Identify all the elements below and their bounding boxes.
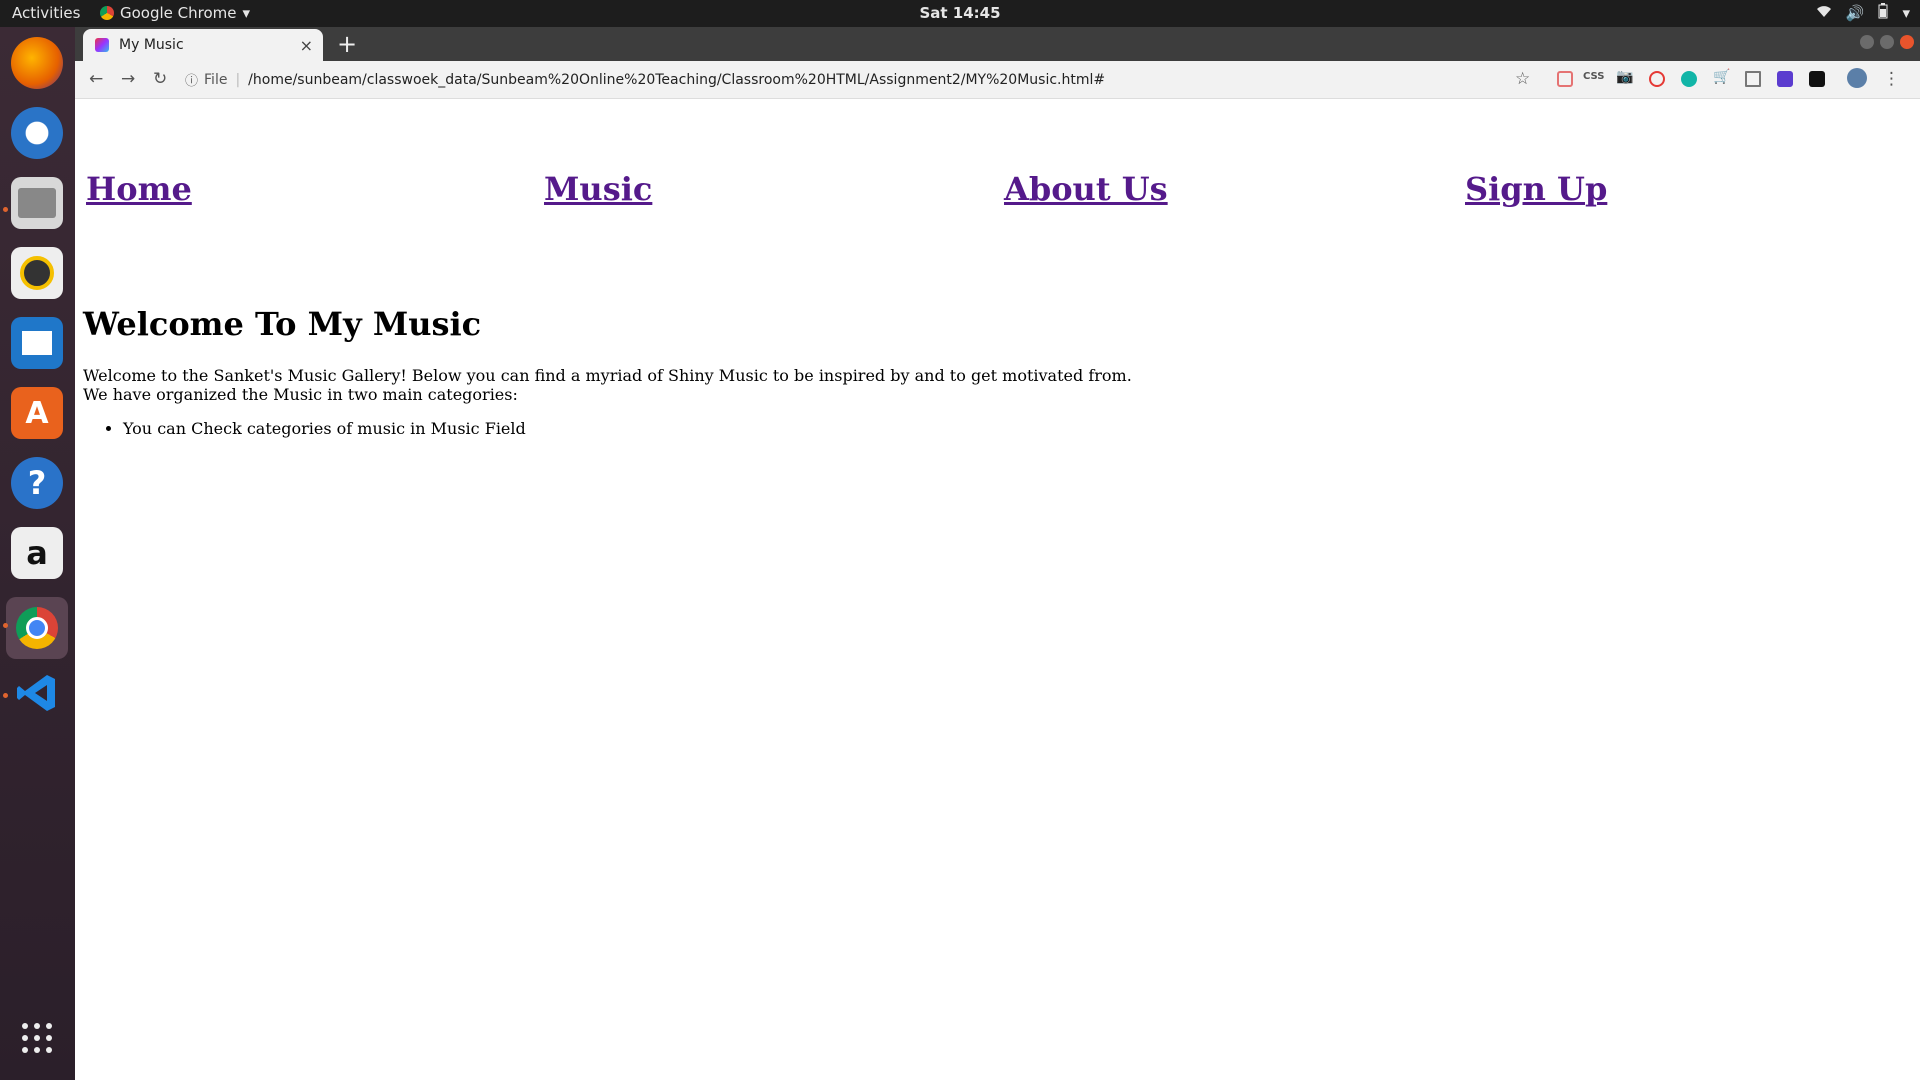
list-item: You can Check categories of music in Mus…	[123, 419, 526, 438]
clock[interactable]: Sat 14:45	[0, 4, 1920, 22]
app-grid-icon[interactable]	[11, 1012, 63, 1064]
nav-link-home[interactable]: Home	[86, 170, 192, 208]
new-tab-button[interactable]: +	[337, 30, 357, 58]
vscode-icon[interactable]	[11, 667, 63, 719]
category-list: You can Check categories of music in Mus…	[83, 419, 526, 438]
bookmark-star-icon[interactable]: ☆	[1515, 69, 1530, 89]
chrome-dock-icon[interactable]	[6, 597, 68, 659]
firefox-icon[interactable]	[11, 37, 63, 89]
intro-line-2: We have organized the Music in two main …	[83, 385, 518, 404]
tab-my-music[interactable]: My Music ×	[83, 29, 323, 61]
extension-calendar-icon[interactable]	[1557, 71, 1573, 87]
favicon-icon	[95, 38, 109, 52]
help-icon[interactable]: ?	[11, 457, 63, 509]
close-window-button[interactable]	[1900, 35, 1914, 49]
browser-toolbar: ← → ↻ ⓘ File | /home/sunbeam/classwoek_d…	[75, 61, 1920, 99]
software-center-icon[interactable]: A	[11, 387, 63, 439]
minimize-button[interactable]	[1860, 35, 1874, 49]
maximize-button[interactable]	[1880, 35, 1894, 49]
tab-title: My Music	[119, 37, 184, 53]
system-top-bar: Activities Google Chrome ▾ Sat 14:45 🔊 ▾	[0, 0, 1920, 27]
window-controls	[1860, 35, 1914, 49]
thunderbird-icon[interactable]	[11, 107, 63, 159]
extension-camera-icon[interactable]: 📷	[1616, 69, 1633, 85]
more-menu-icon[interactable]: ⋮	[1883, 69, 1900, 89]
writer-icon[interactable]	[11, 317, 63, 369]
amazon-icon[interactable]: a	[11, 527, 63, 579]
wifi-icon	[1816, 4, 1832, 22]
divider: |	[235, 71, 241, 88]
close-icon[interactable]: ×	[300, 36, 313, 55]
extension-puzzle-icon[interactable]	[1777, 71, 1793, 87]
reload-icon[interactable]: ↻	[153, 69, 167, 89]
chevron-down-icon: ▾	[1902, 4, 1910, 22]
extension-m-icon[interactable]	[1681, 71, 1697, 87]
extension-layout-icon[interactable]	[1745, 71, 1761, 87]
extension-target-icon[interactable]	[1649, 71, 1665, 87]
rhythmbox-icon[interactable]	[11, 247, 63, 299]
forward-arrow-icon[interactable]: →	[121, 69, 135, 89]
url-text[interactable]: /home/sunbeam/classwoek_data/Sunbeam%20O…	[248, 72, 1105, 88]
nav-link-sign-up[interactable]: Sign Up	[1465, 170, 1607, 208]
address-bar[interactable]: ⓘ File | /home/sunbeam/classwoek_data/Su…	[185, 66, 1530, 93]
scheme-label: File	[204, 71, 228, 88]
nav-link-about-us[interactable]: About Us	[1004, 170, 1168, 208]
files-icon[interactable]	[11, 177, 63, 229]
volume-icon: 🔊	[1845, 4, 1865, 22]
battery-icon	[1878, 3, 1888, 23]
system-tray[interactable]: 🔊 ▾	[1816, 3, 1910, 23]
intro-line-1: Welcome to the Sanket's Music Gallery! B…	[83, 366, 1132, 385]
dock: A ? a	[0, 27, 75, 1080]
page-title: Welcome To My Music	[83, 305, 482, 343]
nav-link-music[interactable]: Music	[544, 170, 652, 208]
page-content: Home Music About Us Sign Up Welcome To M…	[75, 98, 1920, 1080]
extension-cart-icon[interactable]: 🛒	[1713, 69, 1730, 85]
extension-css-icon[interactable]: CSS	[1583, 71, 1604, 87]
extension-terminal-icon[interactable]	[1809, 71, 1825, 87]
back-arrow-icon[interactable]: ←	[89, 69, 103, 89]
tab-strip: My Music × +	[75, 27, 1920, 61]
intro-paragraph: Welcome to the Sanket's Music Gallery! B…	[83, 366, 1132, 404]
profile-avatar[interactable]	[1847, 68, 1867, 88]
info-icon[interactable]: ⓘ	[185, 70, 198, 89]
